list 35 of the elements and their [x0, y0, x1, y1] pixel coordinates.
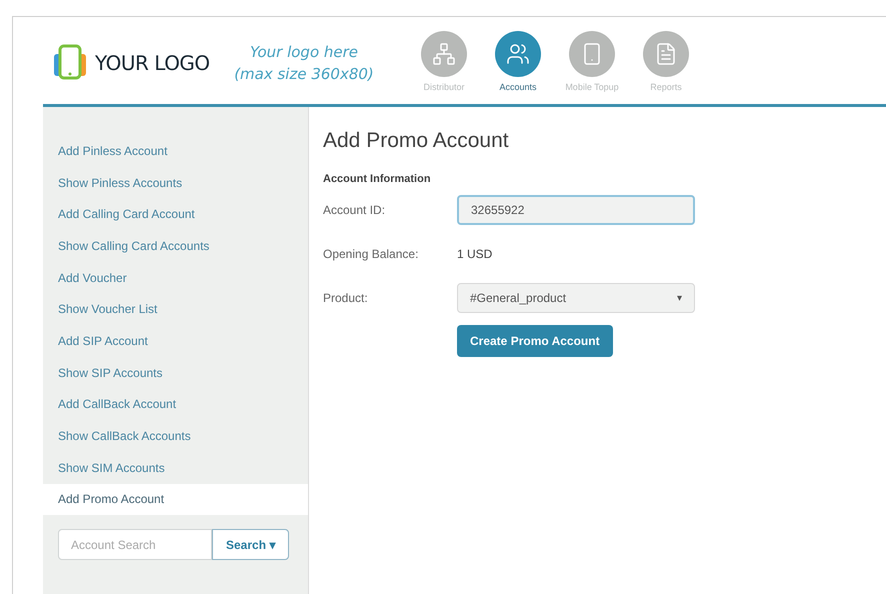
sidebar-item[interactable]: Show Voucher List — [43, 293, 308, 326]
create-promo-account-button[interactable]: Create Promo Account — [457, 325, 613, 357]
search-button[interactable]: Search ▾ — [212, 529, 290, 560]
sidebar-item[interactable]: Show Pinless Accounts — [43, 166, 308, 198]
sidebar-item[interactable]: Add CallBack Account — [43, 388, 308, 420]
users-icon — [495, 30, 541, 77]
nav-tab[interactable]: Reports — [629, 30, 703, 94]
logo-placeholder-text: Your logo here — [250, 42, 358, 62]
field-label: Opening Balance: — [323, 246, 420, 263]
account-id-field[interactable]: 32655922 — [457, 195, 695, 225]
document-icon — [643, 30, 689, 77]
sidebar-item[interactable]: Add Pinless Account — [43, 135, 308, 167]
sidebar-item[interactable]: Show Calling Card Accounts — [43, 230, 308, 262]
field-label: Product: — [323, 290, 369, 307]
section-heading: Account Information — [323, 172, 432, 186]
logo-text: YOUR LOGO — [95, 50, 210, 76]
sidebar-item[interactable]: Show CallBack Accounts — [43, 420, 308, 452]
sidebar-item[interactable]: Show SIP Accounts — [43, 356, 308, 388]
account-search-field[interactable]: Account Search — [58, 529, 212, 560]
sidebar-item[interactable]: Add Voucher — [43, 262, 308, 294]
field-value: 1 USD — [457, 246, 492, 263]
nav-tab[interactable]: Mobile Topup — [555, 30, 629, 94]
sidebar-item[interactable]: Add Promo Account — [43, 484, 308, 516]
nav-tab[interactable]: Distributor — [407, 30, 481, 94]
phone-logo-icon — [53, 44, 87, 82]
sidebar-item[interactable]: Add Calling Card Account — [43, 198, 308, 230]
field-label: Account ID: — [323, 202, 386, 219]
product-select[interactable]: #General_product ▾ — [457, 283, 695, 313]
phone-icon — [569, 30, 615, 77]
nav-tab[interactable]: Accounts — [481, 30, 555, 94]
page-title: Add Promo Account — [323, 128, 510, 154]
network-icon — [421, 30, 467, 77]
sidebar-item[interactable]: Add SIP Account — [43, 325, 308, 357]
sidebar-item[interactable]: Show SIM Accounts — [43, 452, 308, 484]
logo-placeholder-text: (max size 360x80) — [234, 64, 374, 84]
